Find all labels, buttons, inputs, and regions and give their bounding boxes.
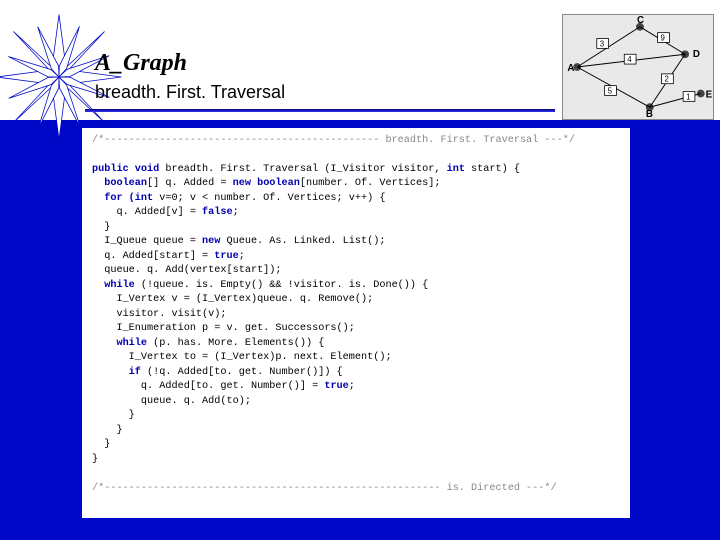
node-label-e: E — [706, 89, 713, 100]
svg-text:9: 9 — [661, 34, 665, 43]
starburst-icon — [0, 12, 124, 142]
svg-text:1: 1 — [686, 92, 690, 101]
node-label-c: C — [637, 15, 644, 26]
svg-text:4: 4 — [627, 55, 632, 64]
page-subtitle: breadth. First. Traversal — [95, 82, 285, 103]
svg-text:5: 5 — [608, 86, 613, 95]
graph-diagram: A C D B E 3 4 5 9 2 1 — [562, 14, 714, 120]
page-title: A_Graph — [95, 50, 187, 77]
header-rule — [85, 109, 555, 112]
node-label-d: D — [693, 49, 700, 60]
svg-text:3: 3 — [600, 39, 605, 48]
code-listing: /*--------------------------------------… — [82, 128, 630, 518]
node-label-a: A — [567, 63, 574, 74]
node-label-b: B — [646, 109, 653, 119]
svg-text:2: 2 — [664, 75, 668, 84]
